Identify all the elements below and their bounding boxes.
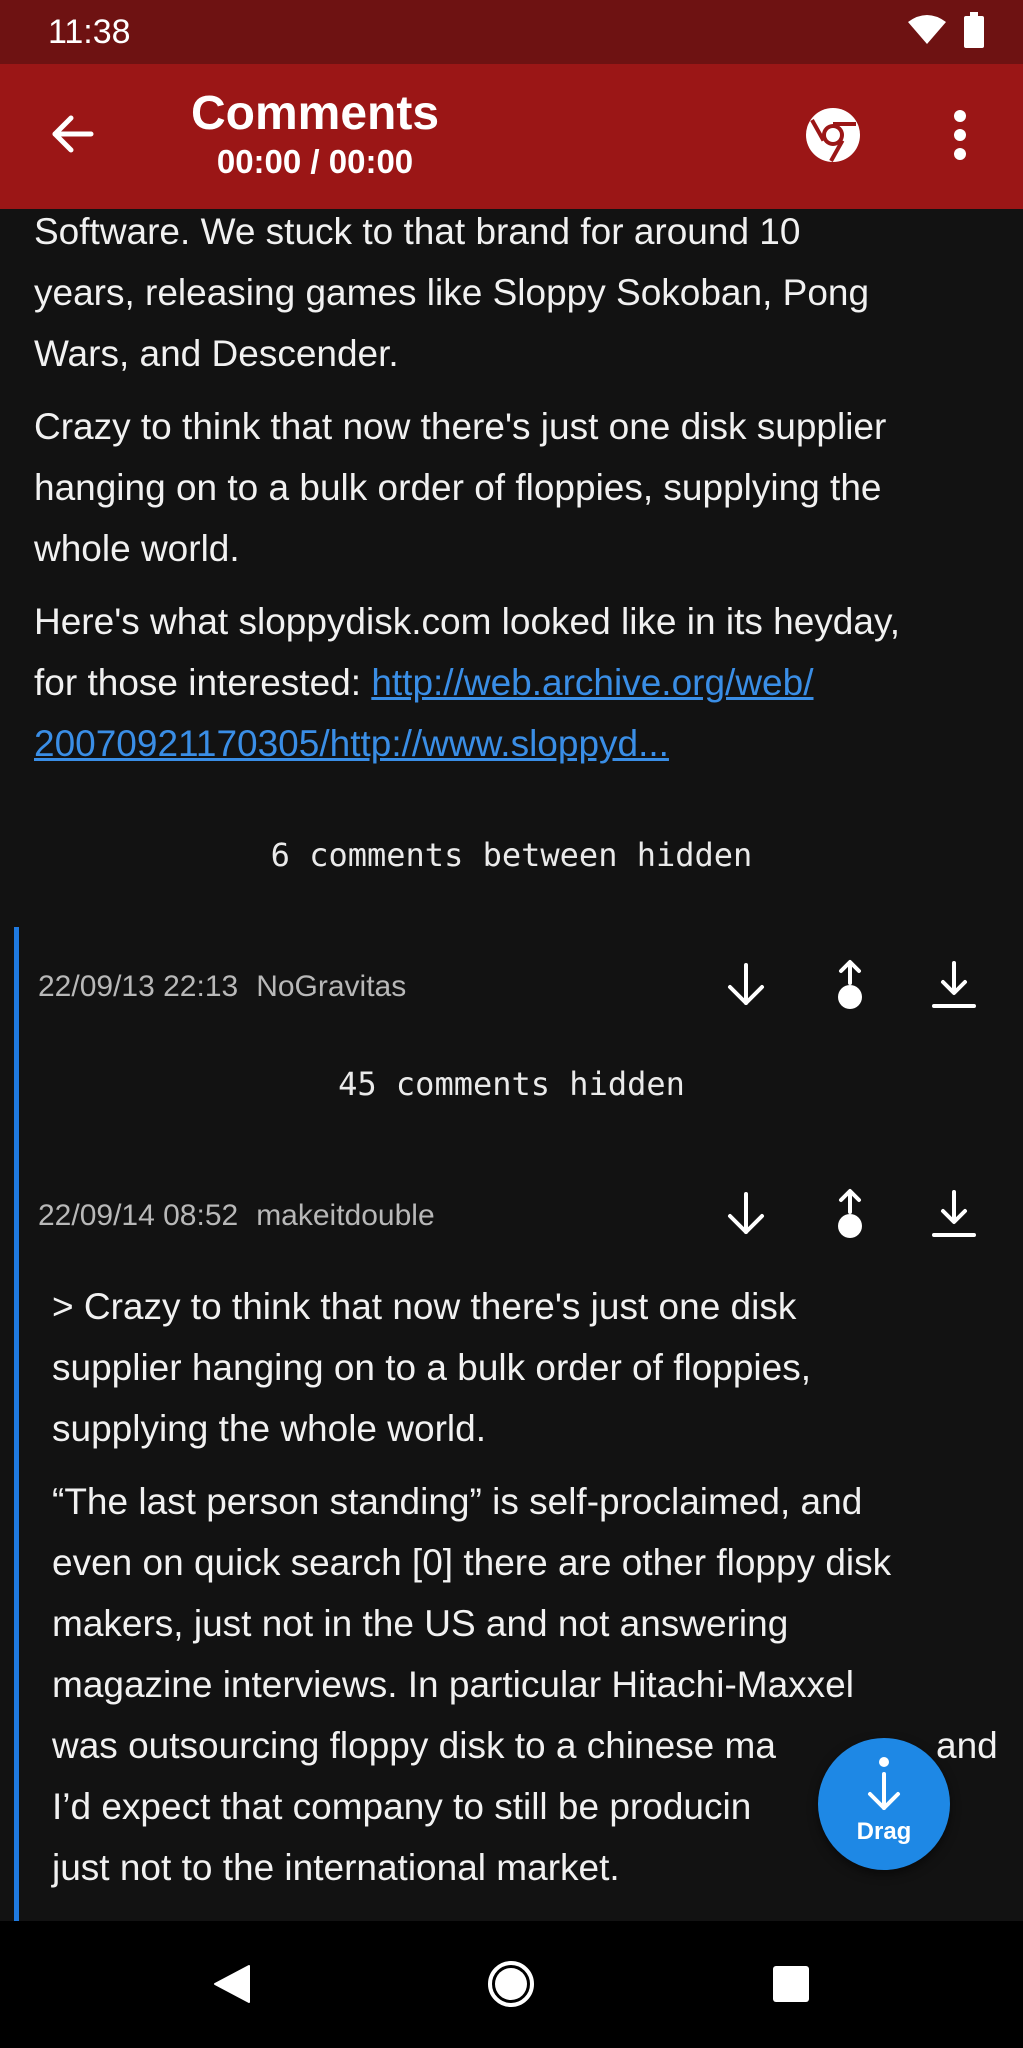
playback-time: 00:00 / 00:00 bbox=[216, 143, 414, 180]
title-block: Comments 00:00 / 00:00 bbox=[150, 86, 480, 182]
drag-label: Drag bbox=[856, 1818, 912, 1845]
system-nav-bar bbox=[0, 1921, 1023, 2048]
text-line: for those interested: bbox=[34, 662, 372, 703]
text-line: I’d expect that company to still be prod… bbox=[52, 1786, 752, 1827]
battery-icon bbox=[963, 11, 985, 53]
overflow-menu-button[interactable] bbox=[930, 104, 990, 170]
comment-meta: 22/09/14 08:52 makeitdouble bbox=[38, 1196, 435, 1236]
nav-back-button[interactable] bbox=[196, 1951, 266, 2021]
text-line: supplying the whole world. bbox=[52, 1408, 486, 1449]
text-line: supplier hanging on to a bulk order of f… bbox=[52, 1347, 812, 1388]
comments-content[interactable]: Software. We stuck to that brand for aro… bbox=[0, 209, 1023, 1921]
text-line: magazine interviews. In particular Hitac… bbox=[52, 1664, 854, 1705]
nav-home-button[interactable] bbox=[476, 1951, 546, 2021]
parent-comment-button[interactable] bbox=[820, 1186, 880, 1246]
status-bar: 11:38 bbox=[0, 0, 1023, 64]
recents-square-icon bbox=[771, 1964, 811, 2009]
comment-body: “The last person standing” is self-procl… bbox=[52, 1471, 891, 1898]
next-comment-button[interactable] bbox=[924, 1186, 984, 1246]
comment-date: 22/09/13 22:13 bbox=[38, 970, 239, 1003]
collapse-button[interactable] bbox=[716, 957, 776, 1017]
drag-button[interactable]: Drag bbox=[818, 1738, 950, 1870]
hidden-comments-toggle[interactable]: 45 comments hidden bbox=[0, 1064, 1023, 1104]
text-line: hanging on to a bulk order of floppies, … bbox=[34, 467, 882, 508]
back-triangle-icon bbox=[209, 1962, 253, 2011]
text-line: and bbox=[936, 1725, 998, 1766]
wifi-icon bbox=[907, 14, 947, 51]
collapse-button[interactable] bbox=[716, 1186, 776, 1246]
next-comment-button[interactable] bbox=[924, 957, 984, 1017]
text-line: Here's what sloppydisk.com looked like i… bbox=[34, 601, 900, 642]
text-line: Wars, and Descender. bbox=[34, 333, 399, 374]
home-circle-icon bbox=[486, 1959, 536, 2014]
text-line: was outsourcing floppy disk to a chinese… bbox=[52, 1725, 776, 1766]
archive-link[interactable]: 20070921170305/http://www.sloppyd... bbox=[34, 723, 669, 764]
comment-author[interactable]: makeitdouble bbox=[256, 1199, 434, 1232]
post-paragraph: Crazy to think that now there's just one… bbox=[34, 396, 886, 579]
arrow-down-icon bbox=[724, 961, 768, 1014]
back-arrow-icon bbox=[49, 114, 95, 159]
text-line: Crazy to think that now there's just one… bbox=[34, 406, 887, 447]
comment-quote: > Crazy to think that now there's just o… bbox=[52, 1276, 811, 1459]
back-button[interactable] bbox=[40, 104, 104, 168]
text-line: makers, just not in the US and not answe… bbox=[52, 1603, 789, 1644]
page-title: Comments bbox=[190, 87, 440, 140]
comment-meta: 22/09/13 22:13 NoGravitas bbox=[38, 967, 406, 1007]
hidden-comments-toggle[interactable]: 6 comments between hidden bbox=[0, 835, 1023, 875]
arrow-up-circle-icon bbox=[833, 959, 867, 1016]
open-in-chrome-button[interactable] bbox=[800, 104, 866, 170]
archive-link[interactable]: http://web.archive.org/web/ bbox=[371, 662, 813, 703]
comment-date: 22/09/14 08:52 bbox=[38, 1199, 239, 1232]
text-line: just not to the international market. bbox=[52, 1847, 620, 1888]
text-line: whole world. bbox=[34, 528, 240, 569]
arrow-down-icon bbox=[724, 1190, 768, 1243]
arrow-to-bottom-icon bbox=[932, 1189, 976, 1244]
text-line: “The last person standing” is self-procl… bbox=[52, 1481, 863, 1522]
chrome-icon bbox=[804, 106, 862, 169]
text-line: even on quick search [0] there are other… bbox=[52, 1542, 892, 1583]
comment-author[interactable]: NoGravitas bbox=[256, 970, 406, 1003]
text-line: years, releasing games like Sloppy Sokob… bbox=[34, 272, 870, 313]
post-paragraph: Software. We stuck to that brand for aro… bbox=[34, 209, 869, 384]
status-icons bbox=[907, 11, 985, 53]
text-line: > Crazy to think that now there's just o… bbox=[52, 1286, 797, 1327]
app-bar: Comments 00:00 / 00:00 bbox=[0, 64, 1023, 209]
more-vert-icon bbox=[953, 109, 967, 166]
scroll-down-icon bbox=[858, 1756, 910, 1825]
post-paragraph: Here's what sloppydisk.com looked like i… bbox=[34, 591, 900, 774]
status-time: 11:38 bbox=[48, 13, 131, 51]
parent-comment-button[interactable] bbox=[820, 957, 880, 1017]
arrow-to-bottom-icon bbox=[932, 960, 976, 1015]
nav-recents-button[interactable] bbox=[756, 1951, 826, 2021]
text-line: Software. We stuck to that brand for aro… bbox=[34, 211, 801, 252]
arrow-up-circle-icon bbox=[833, 1188, 867, 1245]
